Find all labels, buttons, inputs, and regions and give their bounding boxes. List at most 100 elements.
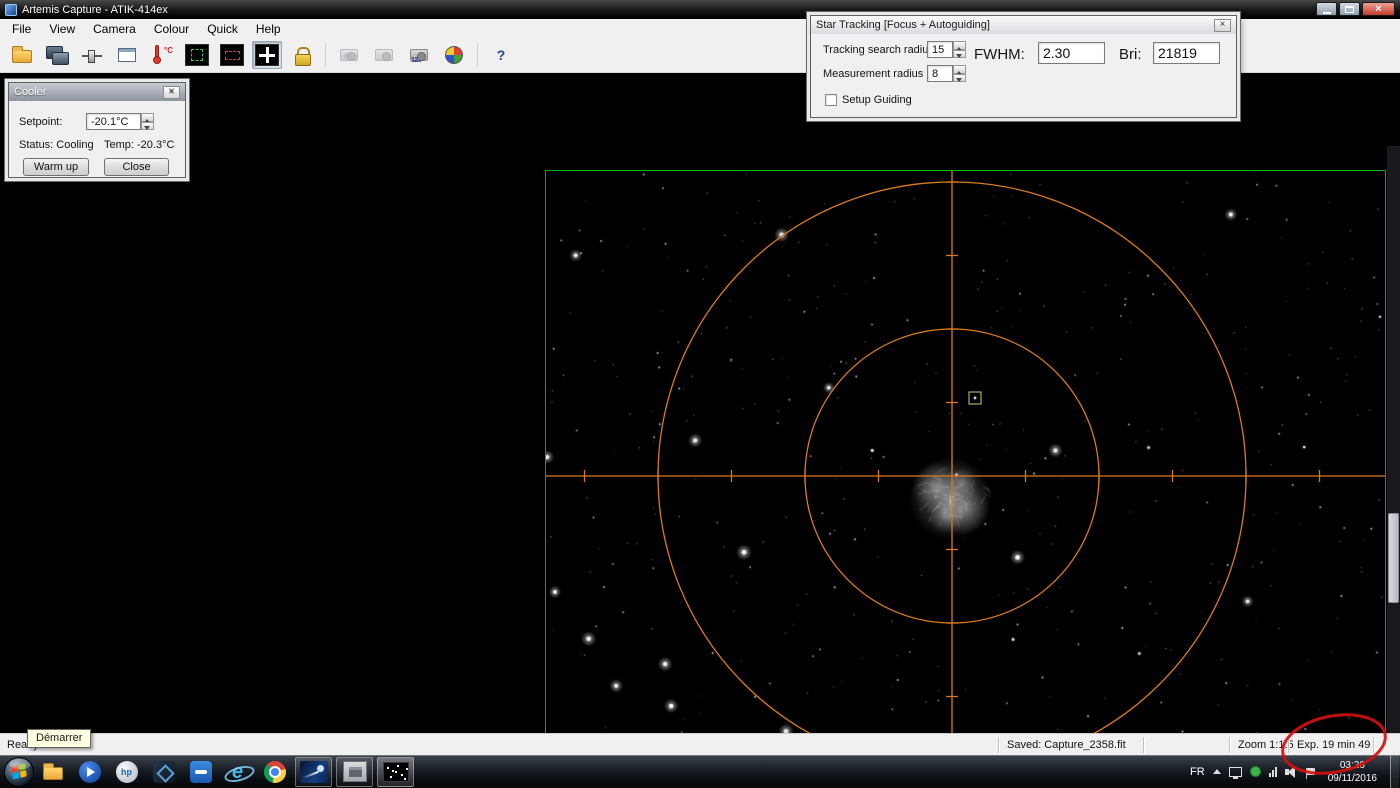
vertical-scrollbar[interactable] [1387,146,1400,788]
vertical-scrollbar-thumb[interactable] [1388,513,1399,603]
taskbar-item-media-player[interactable] [71,755,108,788]
windows-flag-icon [11,763,27,780]
camera-stack-icon [46,46,69,65]
language-indicator[interactable]: FR [1190,766,1205,778]
red-selection-icon [220,44,244,66]
taskbar-item-running-space-app[interactable] [295,756,332,787]
crosshair-icon [255,44,279,66]
menu-view[interactable]: View [40,20,84,38]
window-minimize-button[interactable] [1316,2,1337,16]
status-zoom-level: Zoom 1:1.5 [1238,739,1294,751]
dark-app-icon [152,760,175,783]
spin-up-icon[interactable] [953,65,966,75]
help-button[interactable]: ? [486,41,516,69]
clock-time: 03:26 [1339,759,1365,771]
measure-radius-input[interactable]: 8 [927,65,953,82]
status-saved-file: Saved: Capture_2358.fit [1007,739,1126,751]
spin-down-icon[interactable] [141,121,154,130]
tracking-overlay [546,171,1385,783]
spin-down-icon[interactable] [953,49,966,58]
help-icon: ? [496,47,506,63]
tracking-dialog-titlebar[interactable]: Star Tracking [Focus + Autoguiding] × [811,16,1236,34]
taskbar-item-chrome[interactable] [256,755,293,788]
menu-file[interactable]: File [3,20,40,38]
spin-down-icon[interactable] [953,73,966,82]
star-field-thumbnail-icon [382,761,409,782]
taskbar-item-explorer[interactable] [34,755,71,788]
tracking-dialog-body: Tracking search radius 15 Measurement ra… [811,34,1236,119]
camera-123-icon: 123 [410,49,428,64]
cooler-dialog-titlebar[interactable]: Cooler × [9,83,185,101]
minimize-icon [1322,11,1331,14]
tray-expand-icon[interactable] [1212,769,1221,774]
taskbar-item-artemis-capture[interactable] [377,756,414,787]
taskbar-item-running-gray-app[interactable] [336,756,373,787]
colour-synthesis-button[interactable] [439,41,469,69]
sequence-capture-button[interactable]: 123 [404,41,434,69]
cooler-dialog-title: Cooler [14,86,47,98]
bri-label: Bri: [1119,46,1142,63]
maximize-icon [1345,5,1354,13]
zoom-region-button[interactable] [217,41,247,69]
spin-up-icon[interactable] [141,113,154,123]
start-button[interactable] [4,756,34,787]
taskbar-item-internet-explorer[interactable]: e [219,755,256,788]
tracked-star-box [968,391,982,405]
exposure-slider-button[interactable] [77,41,107,69]
windows-taskbar: hp e FR 03:26 09/11/2016 [0,755,1400,788]
start-button-tooltip: Démarrer [27,729,92,748]
clock-date: 09/11/2016 [1327,772,1377,784]
tray-shield-icon[interactable] [1249,766,1261,777]
explorer-folder-icon [42,762,63,780]
menu-colour[interactable]: Colour [145,20,198,38]
hp-icon: hp [115,760,138,783]
taskbar-item-hp[interactable]: hp [108,755,145,788]
spin-up-icon[interactable] [953,41,966,51]
green-selection-icon [185,44,209,66]
setup-guiding-checkbox[interactable] [825,94,837,106]
window-maximize-button[interactable] [1339,2,1360,16]
window-close-button[interactable]: × [1362,2,1395,16]
taskbar-clock[interactable]: 03:26 09/11/2016 [1323,759,1382,785]
gray-app-icon [342,761,367,782]
toolbar-separator [477,43,478,67]
cooler-close-button[interactable]: × [163,85,180,99]
taskbar-item-blue-app[interactable] [182,755,219,788]
tracking-close-button[interactable]: × [1214,18,1231,32]
star-tracking-button[interactable] [252,41,282,69]
snapshot-button[interactable] [334,41,364,69]
tray-monitor-icon[interactable] [1228,766,1242,779]
warm-up-button[interactable]: Warm up [23,158,89,176]
subframe-select-button[interactable] [182,41,212,69]
dialog-window-icon [118,48,136,62]
lock-button[interactable] [287,41,317,69]
menu-quick[interactable]: Quick [198,20,247,38]
search-radius-label: Tracking search radius [823,44,934,56]
menu-help[interactable]: Help [247,20,290,38]
padlock-icon [294,46,311,66]
tray-action-center-icon[interactable] [1305,768,1315,779]
camera-icon [375,49,393,61]
show-desktop-button[interactable] [1390,755,1399,788]
setpoint-input[interactable]: -20.1°C [86,113,141,130]
status-exposure-time: Exp. 19 min 49 [1297,739,1371,751]
taskbar-item-dark-app[interactable] [145,755,182,788]
search-radius-input[interactable]: 15 [927,41,953,58]
tray-signal-icon[interactable] [1268,766,1277,777]
status-bar: Ready Saved: Capture_2358.fit Zoom 1:1.5… [0,733,1400,755]
cooler-button[interactable]: °C [147,41,177,69]
menu-camera[interactable]: Camera [84,20,145,38]
artemis-capture-window: Artemis Capture - ATIK-414ex × File View… [0,0,1400,788]
loop-capture-button[interactable] [369,41,399,69]
window-title: Artemis Capture - ATIK-414ex [22,3,168,16]
system-tray: FR 03:26 09/11/2016 [1190,755,1400,788]
folder-icon [12,46,32,63]
multi-camera-button[interactable] [42,41,72,69]
cooler-dialog-close-button[interactable]: Close [104,158,169,176]
tray-volume-icon[interactable] [1284,765,1298,778]
colour-wheel-icon [445,46,463,64]
open-file-button[interactable] [7,41,37,69]
cooler-temp-text: Temp: -20.3°C [104,139,175,151]
capture-dialog-button[interactable] [112,41,142,69]
setpoint-label: Setpoint: [19,116,63,128]
